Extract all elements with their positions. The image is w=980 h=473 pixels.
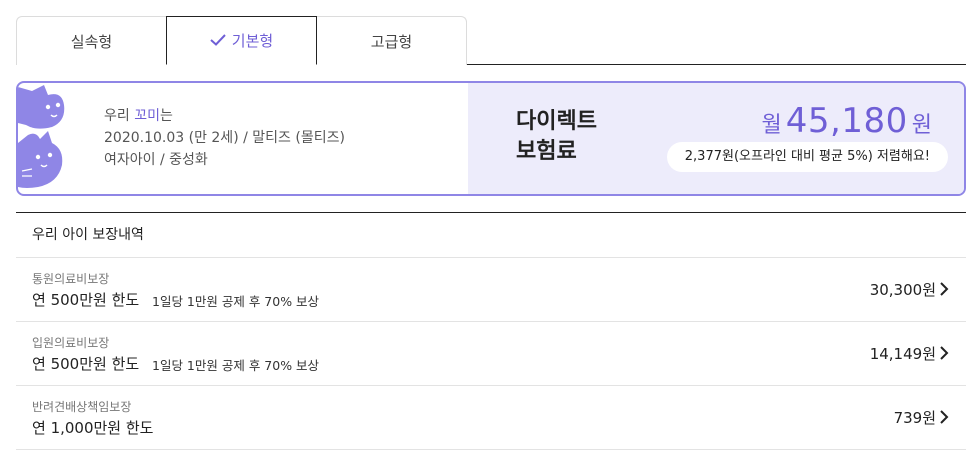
premium-panel: 다이렉트 보험료 월 45,180 원 2,377원(오프라인 대비 평균 5%… xyxy=(468,83,964,194)
coverage-row-inpatient[interactable]: 입원의료비보장 연 500만원 한도 1일당 1만원 공제 후 70% 보상 1… xyxy=(16,322,966,386)
tab-budget[interactable]: 실속형 xyxy=(16,16,167,65)
coverage-description: 1일당 1만원 공제 후 70% 보상 xyxy=(152,294,320,309)
price-amount: 45,180 xyxy=(785,101,908,141)
price-unit-suffix: 원 xyxy=(911,113,932,138)
coverage-price: 30,300원 xyxy=(869,281,936,299)
premium-title-line1: 다이렉트 xyxy=(516,109,597,134)
discount-badge: 2,377원(오프라인 대비 평균 5%) 저렴해요! xyxy=(666,142,948,172)
tab-label: 기본형 xyxy=(231,32,274,50)
coverage-list: 우리 아이 보장내역 통원의료비보장 연 500만원 한도 1일당 1만원 공제… xyxy=(16,212,966,450)
tab-standard[interactable]: 기본형 xyxy=(166,16,317,65)
tab-premium[interactable]: 고급형 xyxy=(316,16,467,65)
chevron-right-icon xyxy=(940,346,949,360)
tab-label: 고급형 xyxy=(370,32,413,51)
pet-birth-breed: 2020.10.03 (만 2세) / 말티즈 (몰티즈) xyxy=(104,130,345,146)
pet-gender: 여자아이 / 중성화 xyxy=(104,152,208,168)
coverage-limit: 연 500만원 한도 xyxy=(32,355,140,373)
coverage-limit: 연 1,000만원 한도 xyxy=(32,419,154,437)
coverage-row-outpatient[interactable]: 통원의료비보장 연 500만원 한도 1일당 1만원 공제 후 70% 보상 3… xyxy=(16,258,966,322)
coverage-heading: 우리 아이 보장내역 xyxy=(16,213,966,258)
coverage-description: 1일당 1만원 공제 후 70% 보상 xyxy=(152,358,320,373)
coverage-category: 입원의료비보장 xyxy=(32,336,110,350)
check-icon xyxy=(210,32,226,50)
price-unit-prefix: 월 xyxy=(761,113,782,138)
pet-info-panel: 우리 꼬미는 2020.10.03 (만 2세) / 말티즈 (몰티즈) 여자아… xyxy=(18,83,468,194)
plan-tabs: 실속형 기본형 고급형 xyxy=(16,16,966,65)
chevron-right-icon xyxy=(940,410,949,424)
pet-name: 꼬미 xyxy=(134,108,160,124)
coverage-price: 739원 xyxy=(893,409,936,427)
coverage-price: 14,149원 xyxy=(869,345,936,363)
cat-illustration xyxy=(18,85,65,188)
coverage-row-liability[interactable]: 반려견배상책임보장 연 1,000만원 한도 739원 xyxy=(16,386,966,450)
coverage-category: 반려견배상책임보장 xyxy=(32,400,132,414)
chevron-right-icon xyxy=(940,282,949,296)
pet-suffix: 는 xyxy=(159,108,173,124)
pet-info: 우리 꼬미는 2020.10.03 (만 2세) / 말티즈 (몰티즈) 여자아… xyxy=(104,105,345,171)
tab-label: 실속형 xyxy=(70,32,113,51)
premium-title-line2: 보험료 xyxy=(516,139,577,164)
monthly-price: 월 45,180 원 xyxy=(762,101,932,141)
premium-title: 다이렉트 보험료 xyxy=(516,107,626,167)
coverage-category: 통원의료비보장 xyxy=(32,272,110,286)
pet-prefix: 우리 xyxy=(104,108,135,124)
pet-name-line: 우리 꼬미는 xyxy=(104,105,345,127)
premium-card: 우리 꼬미는 2020.10.03 (만 2세) / 말티즈 (몰티즈) 여자아… xyxy=(16,81,966,196)
coverage-limit: 연 500만원 한도 xyxy=(32,291,140,309)
